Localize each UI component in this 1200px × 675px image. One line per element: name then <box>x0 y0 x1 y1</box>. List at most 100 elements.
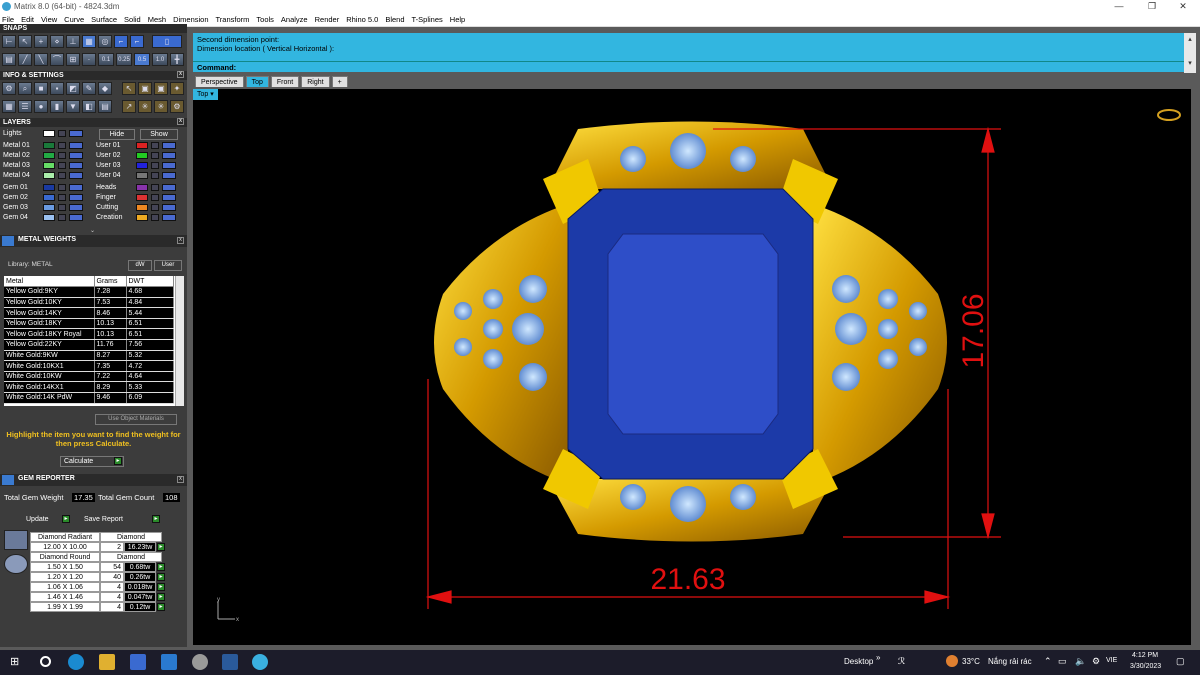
layer-toggle[interactable] <box>162 142 176 149</box>
layer-color-swatch[interactable] <box>43 214 55 221</box>
layer-toggle[interactable] <box>69 162 83 169</box>
go-icon[interactable]: ▸ <box>157 543 165 551</box>
tab-top[interactable]: Top <box>245 76 269 87</box>
gem-row[interactable]: 1.46 X 1.46 4 0.047tw ▸ <box>30 592 192 602</box>
layer-color-swatch[interactable] <box>136 162 148 169</box>
lock-icon[interactable] <box>58 184 66 191</box>
go-icon[interactable]: ▸ <box>157 573 165 581</box>
layer-row[interactable]: Gem 01 <box>3 183 91 192</box>
lock-icon[interactable] <box>151 172 159 179</box>
snap-value-3[interactable]: 0.5 <box>134 53 150 66</box>
layer-row[interactable]: Metal 03 <box>3 161 91 170</box>
pen-icon[interactable]: ℛ <box>898 656 905 667</box>
minimize-button[interactable]: — <box>1104 0 1134 13</box>
layer-row[interactable]: Creation <box>96 213 184 222</box>
layer-row[interactable]: Gem 04 <box>3 213 91 222</box>
dw-toggle[interactable]: dW <box>128 260 152 271</box>
layer-color-swatch[interactable] <box>136 184 148 191</box>
calculate-button[interactable]: Calculate ▸ <box>60 456 124 467</box>
update-button[interactable]: Update ▸ <box>26 515 70 524</box>
layer-color-swatch[interactable] <box>43 142 55 149</box>
layer-row[interactable]: Metal 04 <box>3 171 91 180</box>
close-icon[interactable]: x <box>177 71 184 78</box>
tool-g-icon[interactable]: ✳ <box>154 100 168 113</box>
snap-tan-icon[interactable]: ⌐ <box>114 35 128 48</box>
lock-icon[interactable] <box>58 204 66 211</box>
menu-tools[interactable]: Tools <box>256 15 274 24</box>
clock-date[interactable]: 3/30/2023 <box>1130 663 1161 670</box>
close-icon[interactable]: x <box>177 476 184 483</box>
layer-color-swatch[interactable] <box>136 142 148 149</box>
restore-button[interactable]: ❐ <box>1137 0 1167 13</box>
snap-grid-icon[interactable]: ▦ <box>82 35 96 48</box>
menu-tsplines[interactable]: T-Splines <box>412 15 443 24</box>
layer-color-swatch[interactable] <box>43 172 55 179</box>
snap-cen-icon[interactable]: ⊥ <box>66 35 80 48</box>
table-row[interactable]: Yellow Gold:18KY Royal 10.13 6.51 <box>4 328 174 341</box>
lock-icon[interactable] <box>58 214 66 221</box>
weather-temp[interactable]: 33°C <box>962 657 980 666</box>
layer-color-swatch[interactable] <box>136 214 148 221</box>
tool-e-icon[interactable]: ↗ <box>122 100 136 113</box>
menu-edit[interactable]: Edit <box>21 15 34 24</box>
table-row[interactable]: White Gold:14KX1 8.29 5.33 <box>4 381 174 394</box>
sphere-icon[interactable]: ● <box>34 100 48 113</box>
menu-transform[interactable]: Transform <box>216 15 250 24</box>
mail-icon[interactable] <box>161 654 177 670</box>
layer-row[interactable]: Gem 02 <box>3 193 91 202</box>
gem-row[interactable]: 1.50 X 1.50 54 0.68tw ▸ <box>30 562 192 572</box>
volume-icon[interactable]: 🔈 <box>1075 656 1086 667</box>
weather-icon[interactable] <box>946 655 958 667</box>
layer-row[interactable]: Finger <box>96 193 184 202</box>
pencil-icon[interactable]: ✎ <box>82 82 96 95</box>
snap-value-1[interactable]: 0.1 <box>98 53 114 66</box>
clock-time[interactable]: 4:12 PM <box>1132 652 1158 659</box>
layer-row-lights[interactable]: Lights <box>3 129 91 138</box>
snap-circle-icon[interactable]: ◎ <box>98 35 112 48</box>
menu-file[interactable]: File <box>2 15 14 24</box>
layer-row[interactable]: User 03 <box>96 161 184 170</box>
layer-toggle[interactable] <box>69 214 83 221</box>
layer-toggle[interactable] <box>69 152 83 159</box>
snap-quad-icon[interactable]: ⌐ <box>130 35 144 48</box>
lock-icon[interactable] <box>151 162 159 169</box>
lock-icon[interactable] <box>58 194 66 201</box>
search-icon[interactable] <box>40 656 51 667</box>
menu-blend[interactable]: Blend <box>385 15 404 24</box>
snap-tool-g-icon[interactable]: ╋ <box>170 53 184 66</box>
layer-row[interactable]: Heads <box>96 183 184 192</box>
layer-color-swatch[interactable] <box>43 130 55 137</box>
show-button[interactable]: Show <box>140 129 178 140</box>
layer-row[interactable]: Metal 01 <box>3 141 91 150</box>
user-toggle[interactable]: User <box>154 260 182 271</box>
photos-icon[interactable] <box>222 654 238 670</box>
layer-toggle[interactable] <box>162 184 176 191</box>
table-row[interactable]: Yellow Gold:22KY 11.76 7.56 <box>4 339 174 351</box>
list-icon[interactable]: ☰ <box>18 100 32 113</box>
settings-icon[interactable]: ⚙ <box>1092 656 1100 667</box>
tool-b-icon[interactable]: ▣ <box>138 82 152 95</box>
close-icon[interactable]: x <box>177 237 184 244</box>
tab-perspective[interactable]: Perspective <box>195 76 244 87</box>
layer-toggle[interactable] <box>162 162 176 169</box>
tab-front[interactable]: Front <box>270 76 300 87</box>
desktop-label[interactable]: Desktop <box>844 657 873 666</box>
table-row[interactable]: Yellow Gold:9KY 7.28 4.68 <box>4 286 174 298</box>
scroll-up-icon[interactable]: ▴ <box>1184 35 1196 43</box>
settings-gear-icon[interactable]: ⚙ <box>2 82 16 95</box>
lock-icon[interactable] <box>151 214 159 221</box>
snap-tool-a-icon[interactable]: ▤ <box>2 53 16 66</box>
funnel-icon[interactable]: ▼ <box>66 100 80 113</box>
lock-icon[interactable] <box>151 204 159 211</box>
table-row[interactable]: Yellow Gold:18KY 10.13 6.51 <box>4 318 174 330</box>
lock-icon[interactable] <box>58 152 66 159</box>
layer-toggle[interactable] <box>162 172 176 179</box>
col-metal[interactable]: Metal <box>4 276 95 288</box>
layer-color-swatch[interactable] <box>43 204 55 211</box>
command-input[interactable] <box>241 63 1183 72</box>
snap-point-icon[interactable]: + <box>34 35 48 48</box>
lock-icon[interactable] <box>151 142 159 149</box>
menu-solid[interactable]: Solid <box>124 15 141 24</box>
weather-text[interactable]: Nắng rải rác <box>988 657 1032 666</box>
table-row[interactable]: White Gold:14K PdW 9.46 6.09 <box>4 392 174 404</box>
